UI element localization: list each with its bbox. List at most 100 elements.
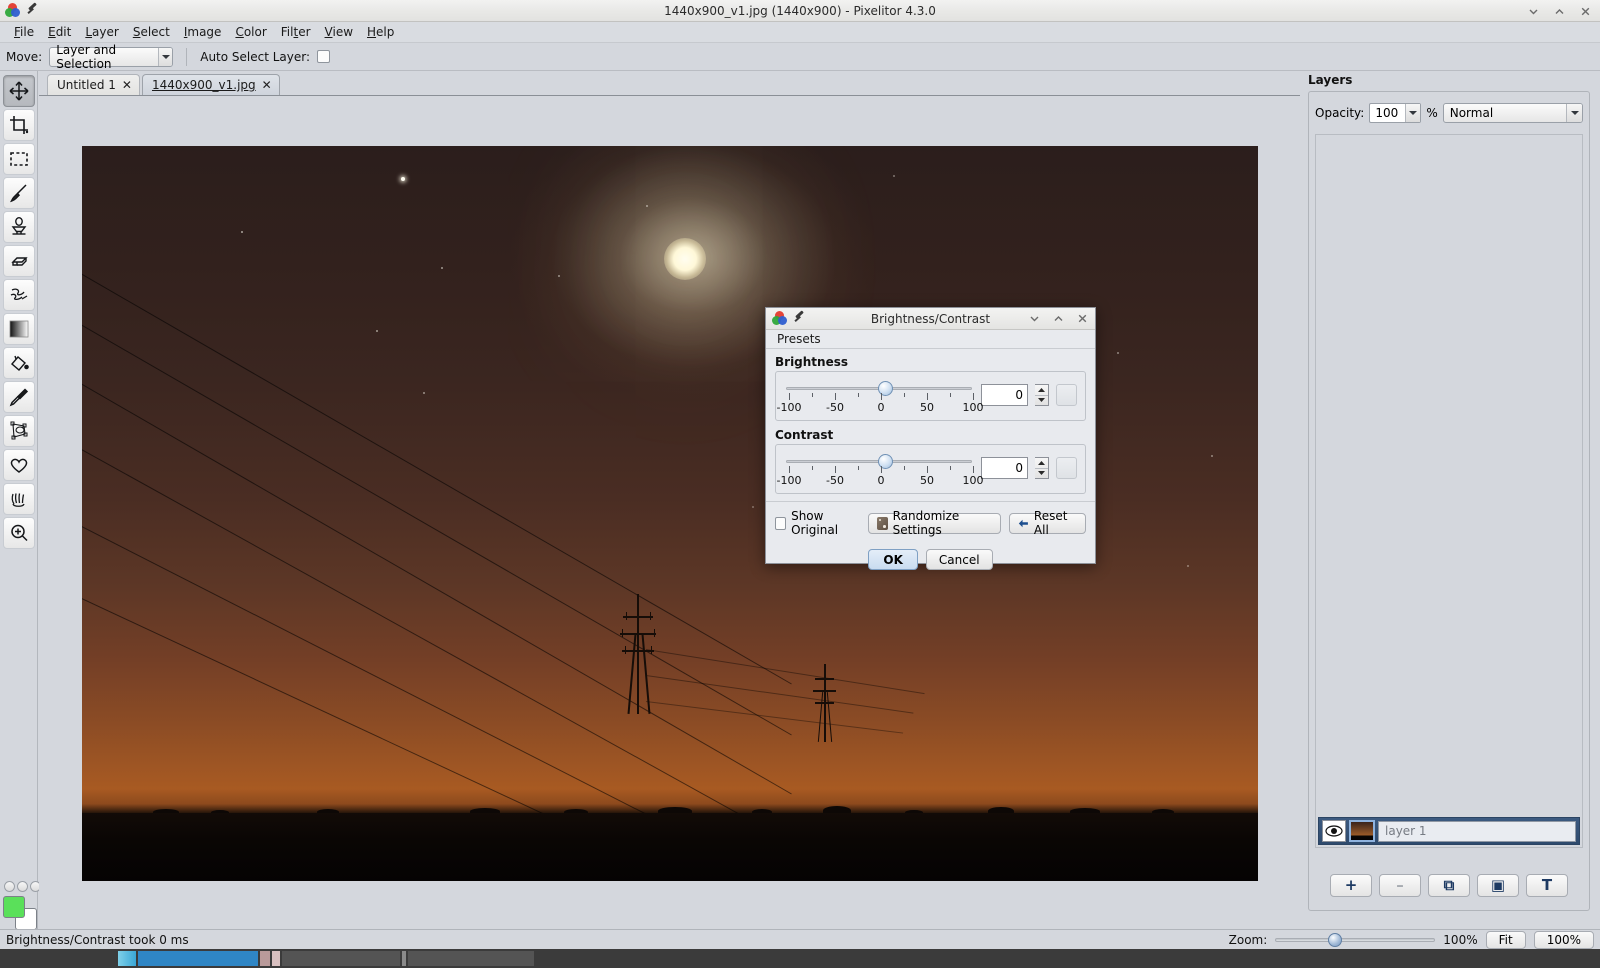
eraser-tool[interactable] [2,245,35,277]
shapes-nodes-icon [10,421,27,440]
color-picker-tool[interactable] [2,381,35,413]
minimize-icon[interactable] [1527,5,1540,18]
taskbar-item[interactable] [260,951,270,966]
layer-thumbnail[interactable] [1349,820,1375,842]
add-text-layer-button[interactable]: T [1526,873,1568,897]
spinner-down-icon[interactable] [1034,467,1048,479]
brightness-slider-track[interactable] [786,381,973,396]
layer-visibility-toggle[interactable] [1322,820,1346,842]
menu-presets[interactable]: Presets [773,331,825,347]
duplicate-layer-button[interactable]: ⧉ [1428,873,1470,897]
taskbar-item-active[interactable] [138,951,258,966]
menu-file[interactable]: FFileile [7,23,41,41]
pin-icon[interactable] [26,4,39,17]
layer-name-field[interactable]: layer 1 [1378,820,1576,842]
close-icon[interactable] [1579,5,1592,18]
smudge-tool[interactable] [2,279,35,311]
menu-filter[interactable]: Filter [274,23,318,41]
randomize-settings-button[interactable]: Randomize Settings [867,509,1002,537]
contrast-slider-track[interactable] [786,454,973,469]
tick-label: 50 [920,474,934,487]
taskbar-item[interactable] [118,951,136,966]
auto-select-layer-checkbox[interactable] [317,50,331,63]
close-icon[interactable]: ✕ [122,78,132,92]
paint-bucket-tool[interactable] [2,347,35,379]
default-colors-icon[interactable] [17,881,28,892]
taskbar-item[interactable] [408,951,534,966]
title-bar: 1440x900_v1.jpg (1440x900) - Pixelitor 4… [0,0,1600,22]
canvas-area[interactable] [39,95,1300,929]
foreground-color-swatch[interactable] [3,896,25,918]
brightness-reset-button[interactable] [1055,384,1077,406]
toolbox [0,71,41,930]
menu-image[interactable]: Image [177,23,229,41]
layers-panel-box: Opacity: 100 % Normal layer 1 + – ⧉ ▣ T [1308,91,1590,911]
contrast-tick-labels: -100 -50 0 50 100 [777,474,984,487]
application-window: 1440x900_v1.jpg (1440x900) - Pixelitor 4… [0,0,1600,968]
zoom-fit-button[interactable]: Fit [1485,930,1526,949]
zoom-slider-handle[interactable] [1328,932,1343,947]
contrast-value-input[interactable]: 0 [981,457,1028,479]
move-tool[interactable] [2,75,35,107]
contrast-slider[interactable]: -100 -50 0 50 100 [777,453,984,487]
clone-stamp-tool[interactable] [2,211,35,243]
spinner-up-icon[interactable] [1035,458,1048,468]
shapes-tool[interactable] [2,415,35,447]
selection-tool[interactable] [2,143,35,175]
chevron-down-icon [158,47,173,66]
gradient-tool[interactable] [2,313,35,345]
tab-1440x900-v1-jpg[interactable]: 1440x900_v1.jpg ✕ [141,74,280,95]
show-original-row[interactable]: Show Original [775,509,860,537]
layer-list[interactable]: layer 1 [1315,134,1583,848]
add-mask-button[interactable]: ▣ [1477,873,1519,897]
percent-label: % [1426,106,1438,120]
contrast-reset-button[interactable] [1055,457,1077,479]
ok-button[interactable]: OK [868,549,918,570]
move-mode-dropdown[interactable]: Layer and Selection [49,43,174,71]
layer-row[interactable]: layer 1 [1318,817,1580,845]
contrast-spinner[interactable] [1034,457,1049,479]
menu-view[interactable]: View [318,23,360,41]
taskbar-item[interactable] [282,951,400,966]
path-tool[interactable] [2,449,35,481]
tick-label: 50 [920,401,934,414]
maximize-icon[interactable] [1553,5,1566,18]
menu-layer[interactable]: Layer [78,23,125,41]
menu-edit[interactable]: Edit [41,23,78,41]
brush-tool[interactable] [2,177,35,209]
close-icon[interactable]: ✕ [262,78,272,92]
taskbar-items [118,951,534,966]
taskbar-item[interactable] [402,951,406,966]
add-layer-button[interactable]: + [1330,873,1372,897]
opacity-input[interactable]: 100 [1369,103,1422,123]
menu-help[interactable]: Help [360,23,401,41]
minimize-icon[interactable] [1028,312,1041,325]
blend-mode-dropdown[interactable]: Normal [1442,103,1583,123]
spinner-down-icon[interactable] [1034,394,1048,406]
tab-untitled-1[interactable]: Untitled 1 ✕ [47,74,140,95]
delete-layer-button[interactable]: – [1379,873,1421,897]
brightness-spinner[interactable] [1034,384,1049,406]
crop-tool[interactable] [2,109,35,141]
opacity-value: 100 [1375,106,1399,120]
chevron-down-icon[interactable] [1405,104,1421,122]
brightness-value-input[interactable]: 0 [981,384,1028,406]
cancel-button[interactable]: Cancel [925,549,993,570]
zoom-actual-size-button[interactable]: 100% [1533,930,1594,949]
window-controls [1527,0,1592,22]
show-original-checkbox[interactable] [775,516,787,530]
close-icon[interactable] [1076,312,1089,325]
menu-select[interactable]: Select [126,23,177,41]
reset-all-button[interactable]: Reset All [1009,509,1086,537]
spinner-up-icon[interactable] [1035,385,1048,395]
paint-bucket-icon [10,355,29,371]
zoom-tool[interactable] [2,517,35,549]
zoom-slider[interactable] [1275,932,1436,947]
taskbar-item[interactable] [272,951,280,966]
maximize-icon[interactable] [1052,312,1065,325]
hand-tool[interactable] [2,483,35,515]
brightness-slider[interactable]: -100 -50 0 50 100 [777,380,984,414]
menu-color[interactable]: Color [228,23,273,41]
swap-colors-icon[interactable] [4,881,15,892]
tick-label: -100 [776,401,802,414]
